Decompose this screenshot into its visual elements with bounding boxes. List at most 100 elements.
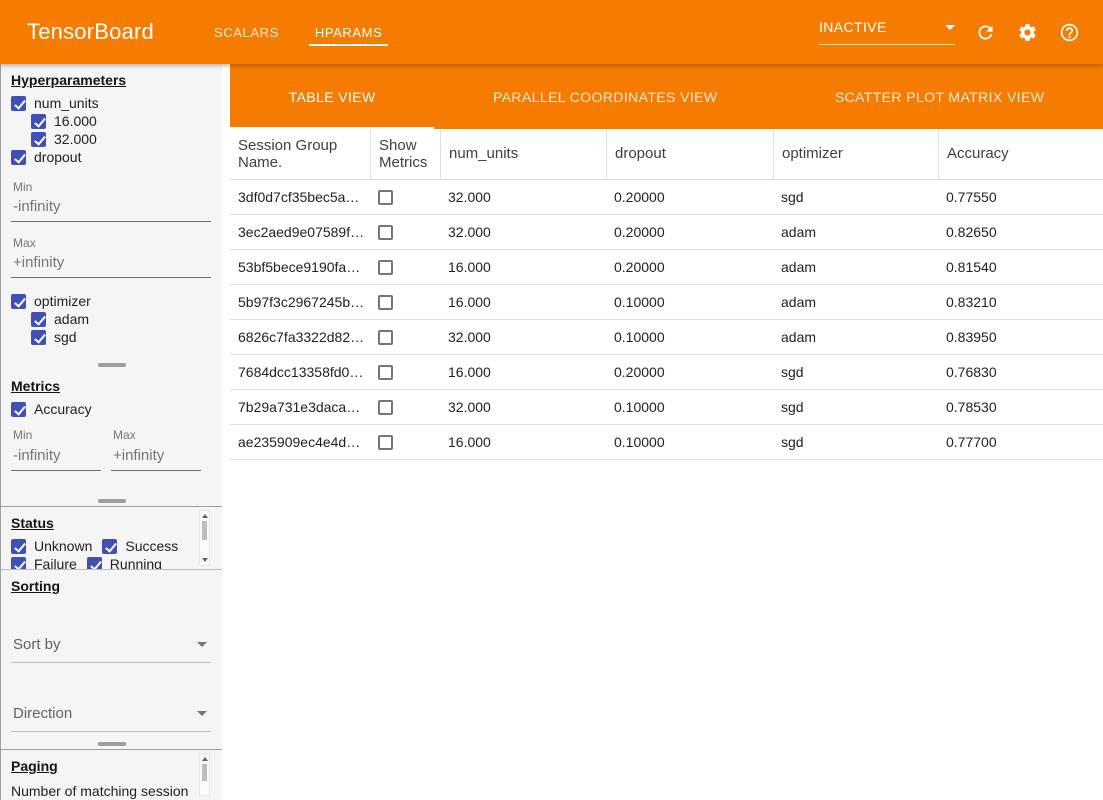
tab-scalars[interactable]: SCALARS [196, 0, 297, 64]
status-row-unknown: Unknown [11, 537, 92, 555]
failure-checkbox[interactable] [11, 557, 26, 571]
session-group-name: 7b29a731e3daca… [230, 399, 370, 415]
show-metrics-checkbox[interactable] [378, 435, 393, 450]
pane-resize-handle[interactable] [1, 739, 222, 749]
dropout-min-input[interactable] [11, 196, 211, 222]
session-group-name: 53bf5bece9190fa… [230, 259, 370, 275]
tab-hparams[interactable]: HPARAMS [297, 0, 401, 64]
session-group-name: 5b97f3c2967245b… [230, 294, 370, 310]
status-scrollbar[interactable] [199, 510, 210, 566]
metrics-heading: Metrics [11, 378, 212, 394]
num-units-value: 32.000 [440, 224, 606, 240]
pane-resize-handle[interactable] [1, 496, 222, 506]
show-metrics-checkbox[interactable] [378, 330, 393, 345]
running-checkbox[interactable] [87, 557, 102, 571]
column-header-accuracy: Accuracy [938, 129, 1103, 179]
accuracy-checkbox[interactable] [11, 402, 26, 417]
num-units-value: 16.000 [440, 294, 606, 310]
hparam-row-optimizer: optimizer [11, 292, 212, 310]
tab-scalars-label: SCALARS [214, 25, 279, 40]
success-checkbox[interactable] [102, 539, 117, 554]
dropout-value: 0.10000 [606, 294, 773, 310]
hyperparameters-pane: Hyperparameters num_units 16.000 32.000 … [1, 64, 222, 360]
help-button[interactable] [1057, 20, 1081, 44]
column-header-dropout: dropout [606, 129, 773, 179]
refresh-button[interactable] [973, 20, 997, 44]
dropout-value: 0.10000 [606, 329, 773, 345]
value-32-checkbox[interactable] [31, 132, 46, 147]
show-metrics-checkbox[interactable] [378, 400, 393, 415]
app-header: TensorBoard SCALARS HPARAMS INACTIVE [0, 0, 1103, 64]
pane-resize-handle[interactable] [1, 360, 222, 370]
scroll-down-icon [202, 558, 208, 562]
run-status-select[interactable]: INACTIVE [819, 19, 955, 45]
metric-min-input[interactable] [11, 445, 101, 471]
optimizer-label: optimizer [34, 293, 91, 309]
adam-checkbox[interactable] [31, 312, 46, 327]
tab-parallel-coordinates-view[interactable]: PARALLEL COORDINATES VIEW [434, 64, 776, 129]
optimizer-value: adam [773, 294, 938, 310]
tab-table-view-label: TABLE VIEW [289, 89, 376, 105]
paging-scrollbar[interactable] [199, 753, 210, 796]
accuracy-value: 0.83950 [938, 329, 1103, 345]
show-metrics-checkbox[interactable] [378, 260, 393, 275]
status-row-failure: Failure [11, 555, 77, 570]
dropout-max-label: Max [13, 236, 212, 250]
num-units-value: 16.000 [440, 364, 606, 380]
dropout-checkbox[interactable] [11, 150, 26, 165]
table-row: 7b29a731e3daca… 32.000 0.10000 sgd 0.785… [230, 390, 1103, 425]
show-metrics-cell [370, 190, 440, 205]
show-metrics-checkbox[interactable] [378, 365, 393, 380]
show-metrics-checkbox[interactable] [378, 225, 393, 240]
value-32-label: 32.000 [54, 131, 97, 147]
drag-handle-icon [98, 499, 126, 503]
show-metrics-cell [370, 295, 440, 310]
scrollbar-track [200, 764, 209, 795]
status-pane: Status Unknown Success Failure Running [1, 506, 222, 570]
optimizer-value: sgd [773, 364, 938, 380]
scrollbar-thumb[interactable] [202, 521, 207, 540]
optimizer-value: adam [773, 329, 938, 345]
dropout-max-input[interactable] [11, 252, 211, 278]
table-row: 6826c7fa3322d82… 32.000 0.10000 adam 0.8… [230, 320, 1103, 355]
value-16-label: 16.000 [54, 113, 97, 129]
accuracy-value: 0.76830 [938, 364, 1103, 380]
num-units-checkbox[interactable] [11, 96, 26, 111]
tab-scatter-plot-matrix-view[interactable]: SCATTER PLOT MATRIX VIEW [776, 64, 1103, 129]
accuracy-value: 0.78530 [938, 399, 1103, 415]
view-tabs: TABLE VIEW PARALLEL COORDINATES VIEW SCA… [230, 64, 1103, 129]
session-group-name: 6826c7fa3322d82… [230, 329, 370, 345]
metric-minmax-row: Min Max [11, 428, 212, 471]
chevron-down-icon [197, 642, 207, 647]
num-units-value: 32.000 [440, 399, 606, 415]
direction-select[interactable]: Direction [11, 701, 211, 732]
show-metrics-checkbox[interactable] [378, 190, 393, 205]
table-row: 7684dcc13358fd0… 16.000 0.20000 sgd 0.76… [230, 355, 1103, 390]
sgd-checkbox[interactable] [31, 330, 46, 345]
column-header-show-metrics: Show Metrics [370, 129, 440, 179]
status-row-running: Running [87, 555, 162, 570]
show-metrics-checkbox[interactable] [378, 295, 393, 310]
tab-table-view[interactable]: TABLE VIEW [230, 64, 434, 129]
sort-by-select[interactable]: Sort by [11, 632, 211, 663]
hparam-row-num-units: num_units [11, 94, 212, 112]
scrollbar-thumb[interactable] [202, 764, 207, 781]
unknown-checkbox[interactable] [11, 539, 26, 554]
unknown-label: Unknown [34, 538, 92, 554]
hparam-row-adam: adam [31, 310, 212, 328]
metric-min-label: Min [13, 428, 101, 442]
dropout-value: 0.20000 [606, 224, 773, 240]
show-metrics-cell [370, 435, 440, 450]
optimizer-value: sgd [773, 189, 938, 205]
metric-max-input[interactable] [111, 445, 201, 471]
num-units-value: 32.000 [440, 189, 606, 205]
dropout-value: 0.20000 [606, 364, 773, 380]
tab-parallel-coordinates-label: PARALLEL COORDINATES VIEW [493, 89, 717, 105]
settings-button[interactable] [1015, 20, 1039, 44]
optimizer-checkbox[interactable] [11, 294, 26, 309]
tensorboard-logo: TensorBoard [27, 19, 154, 45]
accuracy-value: 0.77550 [938, 189, 1103, 205]
value-16-checkbox[interactable] [31, 114, 46, 129]
num-units-label: num_units [34, 95, 99, 111]
num-units-value: 32.000 [440, 329, 606, 345]
